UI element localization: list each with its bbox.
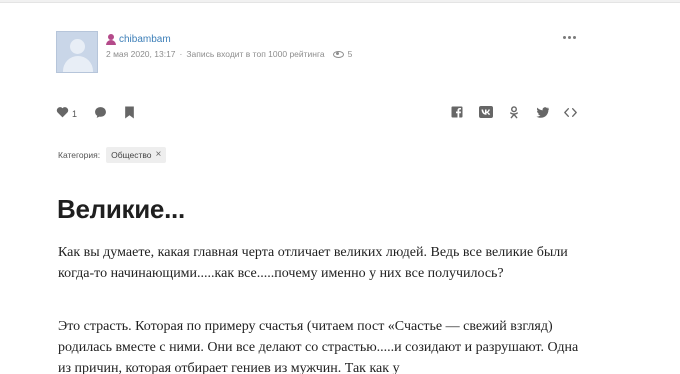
article-paragraph-2: Это страсть. Которая по примеру счастья … bbox=[58, 319, 579, 374]
author-row: chibambam bbox=[106, 33, 171, 45]
post-date: 2 мая 2020, 13:17 bbox=[106, 49, 176, 59]
author-link[interactable]: chibambam bbox=[119, 34, 171, 45]
embed-button[interactable] bbox=[564, 104, 577, 120]
heart-icon bbox=[56, 107, 69, 118]
post-actions: 1 bbox=[56, 104, 580, 120]
eye-icon bbox=[332, 50, 344, 58]
vk-icon bbox=[479, 106, 493, 118]
meta-separator: · bbox=[179, 49, 183, 59]
share-vk-button[interactable] bbox=[479, 104, 493, 120]
post-meta: 2 мая 2020, 13:17 · Запись входит в топ … bbox=[106, 49, 352, 59]
comment-button[interactable] bbox=[94, 104, 107, 120]
embed-code-icon bbox=[564, 107, 577, 117]
bookmark-button[interactable] bbox=[124, 104, 135, 120]
more-dots-icon[interactable] bbox=[563, 36, 576, 39]
odnoklassniki-icon bbox=[510, 105, 518, 118]
avatar[interactable] bbox=[56, 31, 98, 73]
category-row: Категория: Общество × bbox=[58, 147, 167, 163]
bookmark-icon bbox=[125, 106, 134, 118]
category-tag[interactable]: Общество × bbox=[106, 147, 167, 163]
share-facebook-button[interactable] bbox=[451, 104, 463, 120]
like-button[interactable]: 1 bbox=[56, 104, 77, 120]
comment-icon bbox=[95, 106, 106, 118]
category-tag-label: Общество bbox=[111, 150, 152, 160]
rating-note: Запись входит в топ 1000 рейтинга bbox=[186, 49, 325, 59]
facebook-icon bbox=[451, 106, 463, 118]
view-count: 5 bbox=[347, 49, 353, 59]
article-paragraph-1: Как вы думаете, какая главная черта отли… bbox=[58, 245, 568, 281]
avatar-head-shape bbox=[70, 39, 85, 54]
avatar-body-shape bbox=[63, 56, 93, 72]
user-icon bbox=[106, 33, 116, 45]
twitter-icon bbox=[536, 106, 549, 118]
share-twitter-button[interactable] bbox=[536, 104, 549, 120]
share-ok-button[interactable] bbox=[509, 104, 519, 120]
article-title: Великие... bbox=[57, 194, 185, 224]
top-bar bbox=[0, 0, 680, 3]
category-label: Категория: bbox=[58, 150, 101, 160]
like-count: 1 bbox=[72, 109, 78, 119]
close-icon[interactable]: × bbox=[156, 150, 162, 160]
